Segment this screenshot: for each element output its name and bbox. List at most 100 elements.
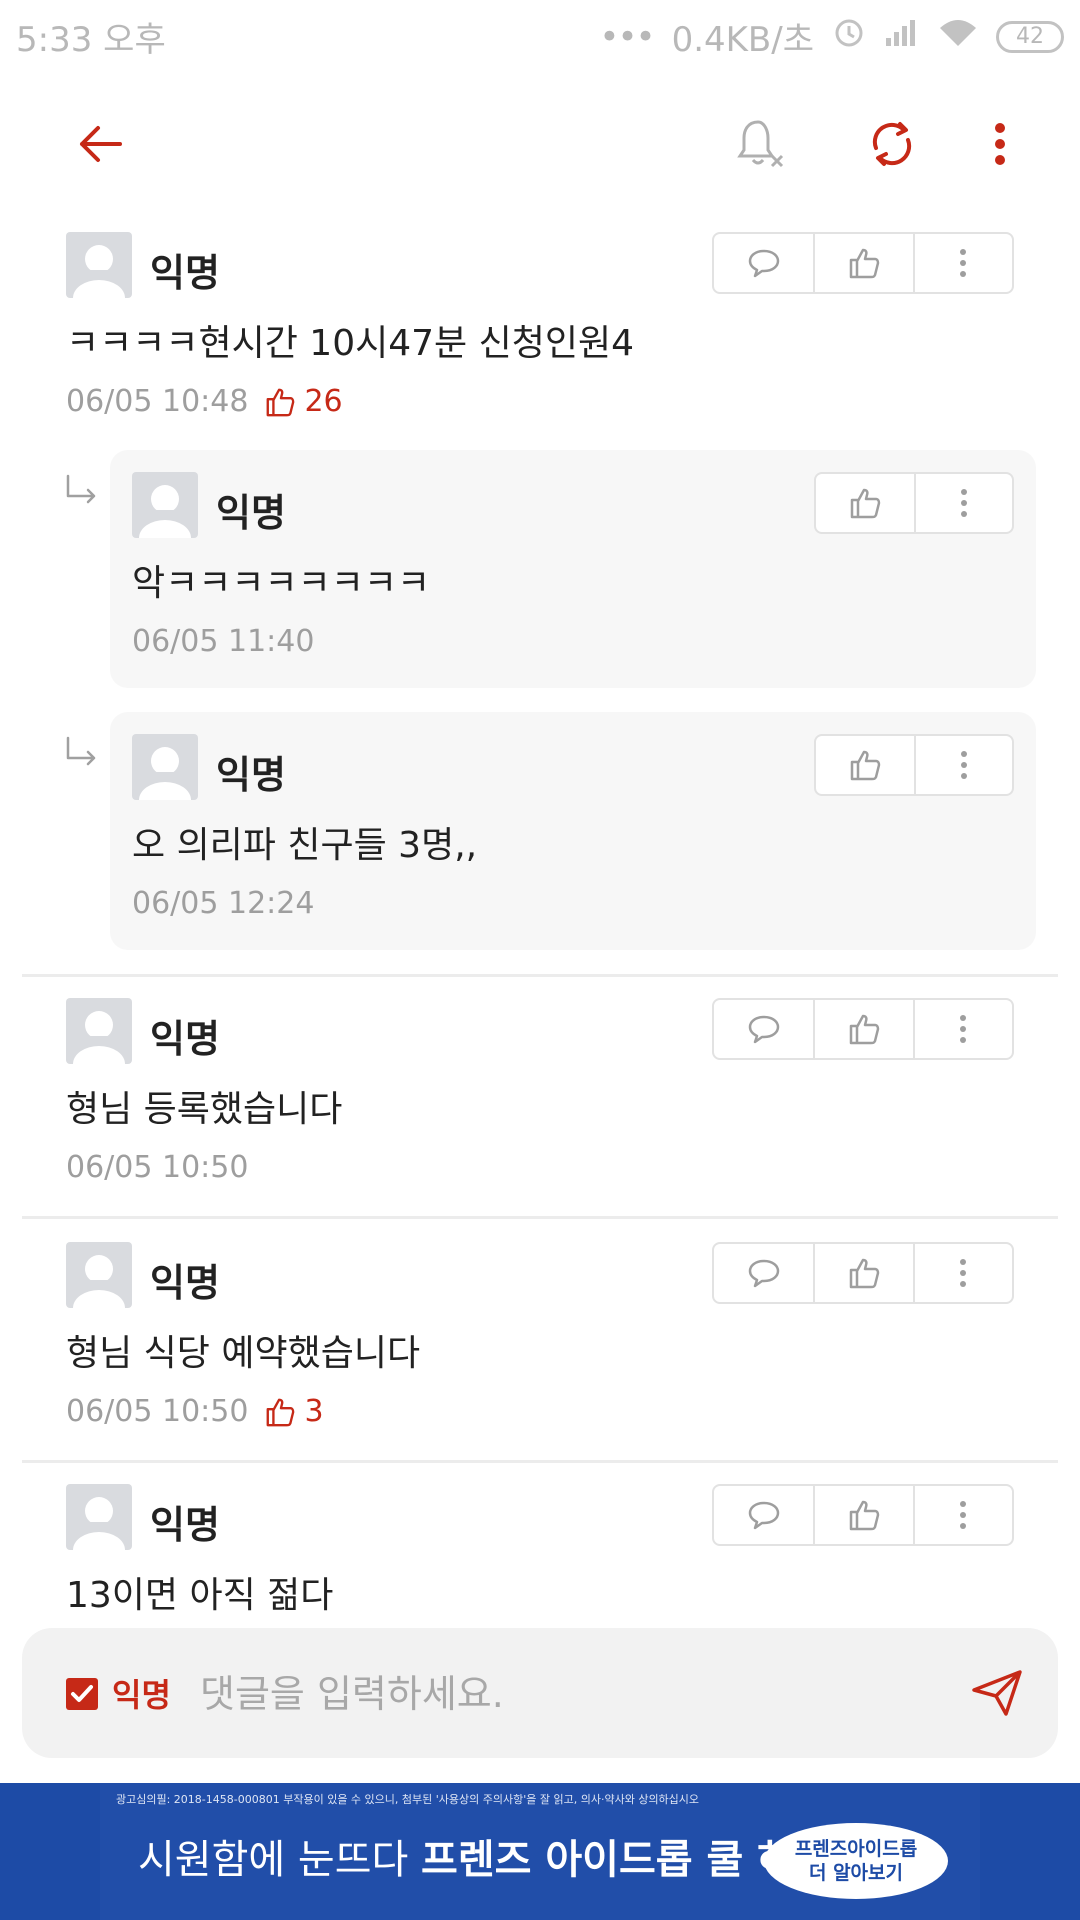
comment-actions <box>712 1242 1014 1304</box>
speech-bubble-icon <box>748 1259 779 1288</box>
speech-bubble-icon <box>748 249 779 278</box>
avatar <box>66 1242 132 1308</box>
ad-headline: 시원함에 눈뜨다 프렌즈 아이드롭 쿨 하이 <box>138 1827 831 1885</box>
anonymous-label: 익명 <box>112 1676 171 1714</box>
battery-icon: 42 <box>996 20 1064 53</box>
more-vertical-icon <box>960 1501 967 1529</box>
like-button[interactable] <box>813 1000 912 1058</box>
check-icon <box>71 1685 93 1702</box>
like-count: 3 <box>264 1394 324 1429</box>
status-icons: ••• 0.4KB/초 42 <box>599 12 1064 61</box>
comment-more-button[interactable] <box>912 1000 1012 1058</box>
more-vertical-icon <box>960 751 967 779</box>
send-button[interactable] <box>962 1660 1032 1726</box>
comment-time: 06/05 10:48 <box>66 384 249 419</box>
reply-button[interactable] <box>714 1486 813 1544</box>
reply-button[interactable] <box>714 1244 813 1302</box>
like-count-value: 3 <box>304 1394 324 1429</box>
more-vertical-icon <box>995 123 1005 165</box>
ad-banner[interactable]: 광고심의필: 2018-1458-000801 부작용이 있을 수 있으니, 첨… <box>0 1783 1080 1920</box>
divider <box>22 1460 1058 1463</box>
anonymous-checkbox[interactable] <box>66 1678 98 1710</box>
like-count-value: 26 <box>304 384 343 419</box>
comment-actions <box>712 998 1014 1060</box>
comment-time: 06/05 10:50 <box>66 1150 249 1185</box>
alarm-icon <box>832 15 866 58</box>
comment-meta: 06/05 12:24 <box>132 886 314 921</box>
comment-author: 익명 <box>216 491 286 535</box>
avatar <box>132 472 198 538</box>
ad-headline-prefix: 시원함에 눈뜨다 <box>138 1837 409 1883</box>
refresh-button[interactable] <box>860 112 924 176</box>
bell-off-icon <box>737 120 784 168</box>
more-vertical-icon <box>960 1259 967 1287</box>
comment-actions <box>814 472 1014 534</box>
status-time: 5:33 오후 <box>16 20 166 60</box>
comment-actions <box>814 734 1014 796</box>
net-speed: 0.4KB/초 <box>671 20 814 60</box>
status-bar: 5:33 오후 ••• 0.4KB/초 42 <box>0 0 1080 66</box>
thumbs-up-icon <box>849 1014 880 1045</box>
reply-arrow-icon <box>66 736 96 766</box>
comment-more-button[interactable] <box>912 234 1012 292</box>
more-vertical-icon <box>960 249 967 277</box>
avatar <box>66 998 132 1064</box>
comment-meta: 06/05 11:40 <box>132 624 314 659</box>
comment-more-button[interactable] <box>912 1244 1012 1302</box>
comment-more-button[interactable] <box>913 736 1012 794</box>
thumbs-up-icon <box>850 750 881 781</box>
like-count: 26 <box>264 384 343 419</box>
thumbs-up-icon <box>267 388 295 416</box>
like-button[interactable] <box>813 1486 912 1544</box>
reply-button[interactable] <box>714 1000 813 1058</box>
thumbs-up-icon <box>849 1258 880 1289</box>
thumbs-up-icon <box>849 1500 880 1531</box>
comment-input[interactable] <box>198 1658 962 1730</box>
app-toolbar <box>0 90 1080 200</box>
comment-author: 익명 <box>216 753 286 797</box>
more-vertical-icon <box>960 1015 967 1043</box>
signal-icon <box>884 17 920 57</box>
comment-author: 익명 <box>150 251 220 295</box>
avatar <box>66 1484 132 1550</box>
speech-bubble-icon <box>748 1501 779 1530</box>
comment-text: 형님 식당 예약했습니다 <box>66 1333 421 1374</box>
comment-time: 06/05 12:24 <box>132 886 315 921</box>
dots-icon: ••• <box>599 16 655 57</box>
comment-text: 오 의리파 친구들 3명,, <box>132 825 478 866</box>
comment-text: ㅋㅋㅋㅋ현시간 10시47분 신청인원4 <box>66 323 634 364</box>
comment-meta: 06/05 10:50 <box>66 1150 248 1185</box>
comment-more-button[interactable] <box>913 474 1012 532</box>
comment-meta: 06/05 10:50 3 <box>66 1394 324 1429</box>
back-button[interactable] <box>60 112 140 176</box>
arrow-left-icon <box>80 126 122 162</box>
comment-time: 06/05 11:40 <box>132 624 315 659</box>
comment-text: 악ㅋㅋㅋㅋㅋㅋㅋㅋ <box>132 563 431 604</box>
more-button[interactable] <box>978 112 1022 176</box>
more-vertical-icon <box>960 489 967 517</box>
like-button[interactable] <box>816 474 914 532</box>
ad-learn-more-button[interactable]: 프렌즈아이드롭 더 알아보기 <box>764 1823 948 1899</box>
comment-author: 익명 <box>150 1017 220 1061</box>
reply-button[interactable] <box>714 234 813 292</box>
ad-badge-line2: 더 알아보기 <box>808 1862 903 1884</box>
thumbs-up-icon <box>849 248 880 279</box>
thumbs-up-icon <box>267 1398 295 1426</box>
avatar <box>132 734 198 800</box>
ad-badge-line1: 프렌즈아이드롭 <box>794 1838 918 1860</box>
comment-text: 형님 등록했습니다 <box>66 1089 343 1130</box>
comment-more-button[interactable] <box>912 1486 1012 1544</box>
comment-author: 익명 <box>150 1503 220 1547</box>
like-button[interactable] <box>813 1244 912 1302</box>
wifi-icon <box>938 17 978 57</box>
like-button[interactable] <box>816 736 914 794</box>
divider <box>22 1216 1058 1219</box>
comment-actions <box>712 1484 1014 1546</box>
comment-actions <box>712 232 1014 294</box>
comment-text: 13이면 아직 젊다 <box>66 1575 334 1616</box>
divider <box>22 974 1058 977</box>
comment-meta: 06/05 10:48 26 <box>66 384 343 419</box>
avatar <box>66 232 132 298</box>
like-button[interactable] <box>813 234 912 292</box>
notification-off-button[interactable] <box>730 112 794 176</box>
